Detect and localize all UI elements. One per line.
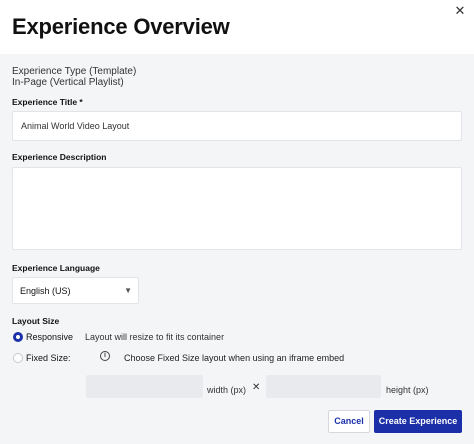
width-unit-label: width (px)	[207, 385, 247, 395]
fixed-size-radio-label[interactable]: Fixed Size:	[26, 353, 71, 363]
height-input[interactable]	[266, 375, 381, 398]
experience-description-label: Experience Description	[12, 152, 107, 162]
fixed-size-description: Choose Fixed Size layout when using an i…	[124, 353, 345, 363]
fixed-size-radio[interactable]	[13, 353, 23, 363]
create-experience-button[interactable]: Create Experience	[374, 410, 462, 433]
experience-description-textarea[interactable]	[12, 167, 462, 250]
close-icon[interactable]: ✕	[453, 4, 467, 18]
times-icon: ✕	[252, 382, 261, 393]
responsive-description: Layout will resize to fit its container	[85, 332, 225, 342]
responsive-radio-label[interactable]: Responsive	[26, 332, 73, 342]
experience-type-value: In-Page (Vertical Playlist)	[12, 77, 124, 88]
experience-title-input[interactable]: Animal World Video Layout	[12, 111, 462, 141]
experience-language-label: Experience Language	[12, 263, 100, 273]
experience-title-label: Experience Title *	[12, 97, 83, 107]
experience-language-select[interactable]: English (US) ▼	[12, 277, 139, 304]
cancel-button[interactable]: Cancel	[328, 410, 370, 433]
height-unit-label: height (px)	[386, 385, 429, 395]
experience-overview-dialog: ✕ Experience Overview Experience Type (T…	[0, 0, 474, 444]
layout-size-label: Layout Size	[12, 316, 60, 326]
info-icon[interactable]: i	[100, 351, 110, 361]
width-input[interactable]	[86, 375, 203, 398]
dialog-title: Experience Overview	[12, 14, 230, 39]
responsive-radio[interactable]	[13, 332, 23, 342]
experience-language-value: English (US)	[20, 286, 71, 296]
chevron-down-icon: ▼	[124, 286, 132, 295]
